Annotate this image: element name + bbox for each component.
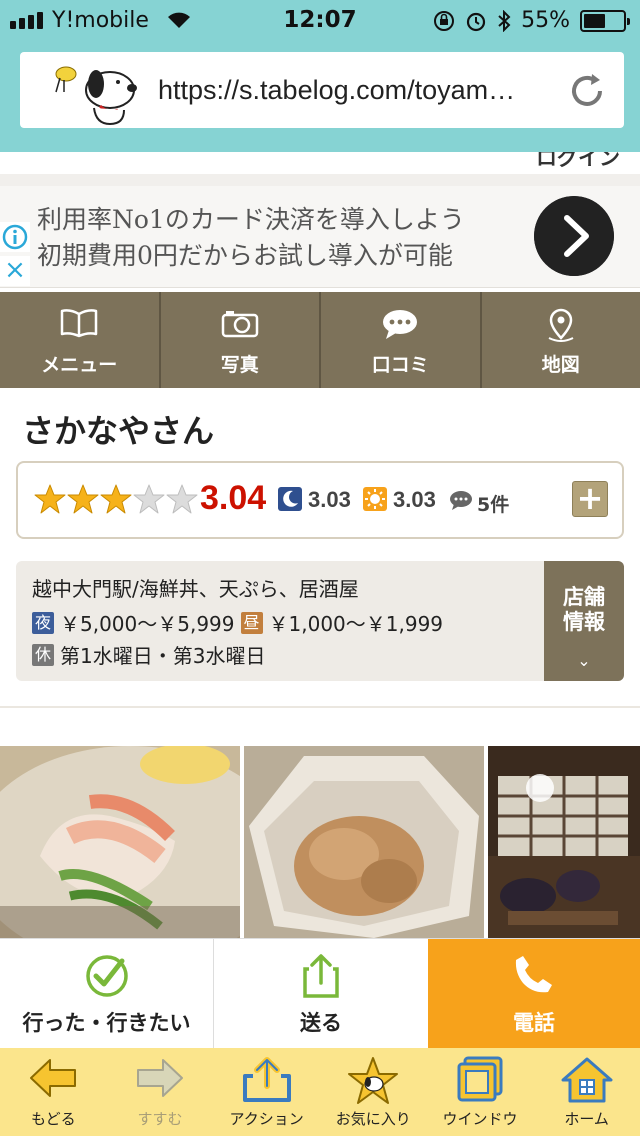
lunch-price: ￥1,000～￥1,999 bbox=[268, 612, 444, 636]
action-button[interactable]: アクション bbox=[217, 1048, 317, 1136]
tab-reviews[interactable]: 口コミ bbox=[321, 292, 482, 388]
lunch-tag: 昼 bbox=[240, 611, 263, 634]
photo-strip bbox=[0, 746, 640, 938]
speech-bubble-icon bbox=[383, 310, 418, 339]
login-link[interactable]: ログイン bbox=[536, 152, 620, 172]
window-label: ウインドウ bbox=[442, 1110, 518, 1128]
ad-info-icon[interactable] bbox=[0, 222, 30, 252]
send-button[interactable]: 送る bbox=[214, 939, 428, 1049]
share-action-icon bbox=[242, 1057, 291, 1102]
night-rating: 3.03 bbox=[308, 487, 351, 512]
holiday-tag: 休 bbox=[32, 643, 54, 666]
window-icon bbox=[457, 1056, 503, 1102]
camera-icon bbox=[221, 311, 258, 338]
night-price: ￥5,000～￥5,999 bbox=[60, 612, 235, 636]
holiday-text: 第1水曜日・第3水曜日 bbox=[60, 644, 266, 668]
divider bbox=[0, 706, 640, 708]
night-tag: 夜 bbox=[32, 611, 54, 634]
header-remnant: ログイン bbox=[0, 152, 640, 174]
review-count[interactable]: 5件 bbox=[477, 490, 509, 517]
went-want-button[interactable]: 行った・行きたい bbox=[0, 939, 214, 1049]
store-info-button[interactable]: 店舗 情報 ⌄ bbox=[544, 561, 624, 681]
ad-banner[interactable]: × 利用率No1のカード決済を導入しよう 初期費用0円だからお試し導入が可能 bbox=[0, 186, 640, 288]
tab-photos-label: 写真 bbox=[220, 354, 259, 376]
star-filled-icon bbox=[100, 484, 132, 514]
favorites-label: お気に入り bbox=[335, 1110, 411, 1128]
star-rating bbox=[34, 483, 198, 515]
star-filled-icon bbox=[67, 484, 99, 514]
bluetooth-icon bbox=[498, 9, 511, 32]
battery-icon bbox=[580, 9, 630, 32]
status-bar: Y!mobile 12:07 55% bbox=[0, 0, 640, 42]
tab-map[interactable]: 地図 bbox=[482, 292, 640, 388]
forward-arrow-icon bbox=[136, 1059, 183, 1097]
restaurant-nav: メニュー 写真 口コミ 地図 bbox=[0, 292, 640, 388]
home-icon bbox=[561, 1057, 613, 1103]
station-genre: 越中大門駅/海鮮丼、天ぷら、居酒屋 bbox=[32, 577, 359, 601]
action-label: アクション bbox=[229, 1110, 304, 1128]
rating-score: 3.04 bbox=[200, 479, 267, 517]
tab-reviews-label: 口コミ bbox=[371, 354, 429, 376]
home-button[interactable]: ホーム bbox=[537, 1048, 637, 1136]
tab-photos[interactable]: 写真 bbox=[161, 292, 321, 388]
forward-button[interactable]: すすむ bbox=[110, 1048, 210, 1136]
orientation-lock-icon bbox=[434, 10, 455, 31]
photo-crab-dish[interactable] bbox=[0, 746, 240, 938]
url-text[interactable]: https://s.tabelog.com/toyam… bbox=[158, 75, 578, 106]
phone-button[interactable]: 電話 bbox=[428, 939, 640, 1049]
review-count-icon bbox=[450, 491, 472, 510]
tab-map-label: 地図 bbox=[541, 354, 580, 376]
browser-toolbar: もどる すすむ アクション お気に入り ウインドウ ホーム bbox=[0, 1048, 640, 1136]
reload-icon[interactable] bbox=[568, 72, 606, 110]
sun-icon bbox=[363, 487, 387, 511]
spacer bbox=[0, 174, 640, 186]
address-bar[interactable]: https://s.tabelog.com/toyam… bbox=[20, 52, 624, 128]
expand-rating-button[interactable]: + bbox=[572, 481, 608, 517]
browser-chrome: Y!mobile 12:07 55% https://s.tabelog.com… bbox=[0, 0, 640, 152]
battery-percent: 55% bbox=[521, 8, 570, 33]
photo-side-dish[interactable] bbox=[244, 746, 484, 938]
favorites-button[interactable]: お気に入り bbox=[323, 1048, 423, 1136]
star-snoopy-icon bbox=[348, 1057, 399, 1104]
photo-interior[interactable] bbox=[488, 746, 640, 938]
ad-text-line1: 利用率No1のカード決済を導入しよう bbox=[37, 205, 465, 234]
home-label: ホーム bbox=[564, 1110, 609, 1128]
restaurant-name: さかなやさん bbox=[22, 412, 215, 450]
ad-arrow-button[interactable] bbox=[534, 196, 614, 276]
alarm-icon bbox=[466, 12, 486, 31]
star-empty-icon bbox=[133, 484, 165, 514]
ad-close-icon[interactable]: × bbox=[0, 256, 30, 286]
share-icon bbox=[303, 954, 339, 998]
restaurant-summary: 越中大門駅/海鮮丼、天ぷら、居酒屋 夜 ￥5,000～￥5,999 昼 ￥1,0… bbox=[16, 561, 624, 681]
send-label: 送る bbox=[300, 1011, 342, 1035]
phone-label: 電話 bbox=[513, 1011, 555, 1035]
tab-menu[interactable]: メニュー bbox=[0, 292, 161, 388]
book-icon bbox=[61, 309, 98, 338]
forward-label: すすむ bbox=[137, 1110, 183, 1128]
phone-icon bbox=[515, 956, 552, 993]
rating-box: 3.04 3.03 3.03 5件 + bbox=[16, 461, 624, 539]
chevron-down-icon: ⌄ bbox=[577, 651, 591, 670]
star-empty-icon bbox=[166, 484, 198, 514]
lunch-rating: 3.03 bbox=[393, 487, 436, 512]
window-button[interactable]: ウインドウ bbox=[430, 1048, 530, 1136]
went-want-label: 行った・行きたい bbox=[22, 1011, 191, 1035]
star-filled-icon bbox=[34, 484, 66, 514]
store-info-label-1: 店舗 bbox=[563, 585, 605, 609]
action-bar: 行った・行きたい 送る 電話 bbox=[0, 938, 640, 1049]
back-button[interactable]: もどる bbox=[3, 1048, 103, 1136]
check-circle-icon bbox=[85, 955, 128, 997]
tab-menu-label: メニュー bbox=[41, 354, 118, 376]
map-pin-icon bbox=[548, 308, 574, 342]
store-info-label-2: 情報 bbox=[563, 610, 605, 634]
back-label: もどる bbox=[30, 1110, 76, 1128]
snoopy-logo-icon bbox=[55, 66, 137, 126]
moon-icon bbox=[278, 487, 302, 511]
ad-text-line2: 初期費用0円だからお試し導入が可能 bbox=[37, 241, 453, 270]
back-arrow-icon bbox=[30, 1059, 77, 1097]
